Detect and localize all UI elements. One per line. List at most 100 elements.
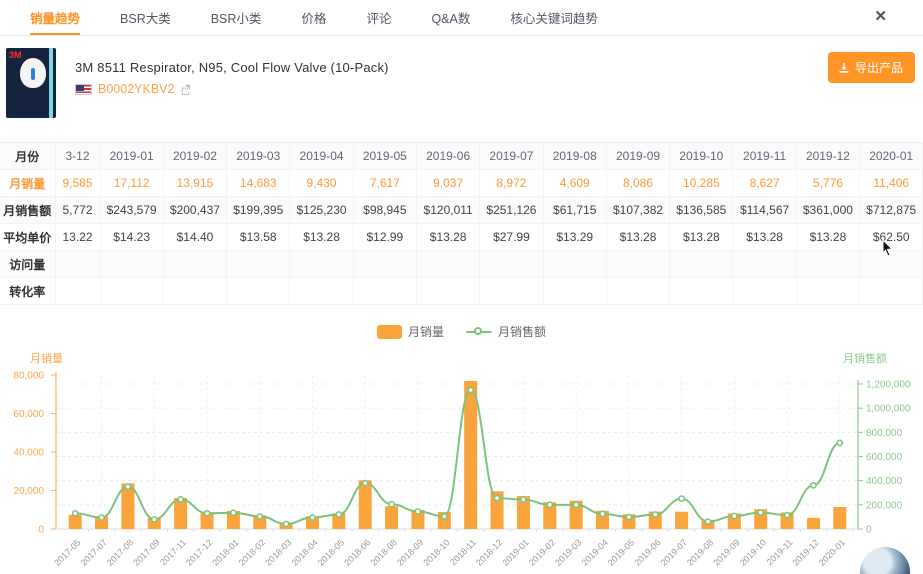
svg-text:80,000: 80,000 xyxy=(13,371,44,382)
table-cell: 13.22 xyxy=(55,223,101,251)
line-point-2019-10 xyxy=(757,509,765,516)
valve-shape xyxy=(31,68,35,80)
legend-sales-label: 月销量 xyxy=(407,325,444,339)
table-cell: $13.29 xyxy=(543,223,607,251)
table-cell: 8,086 xyxy=(606,169,671,197)
table-cell: $200,437 xyxy=(163,196,228,224)
line-point-2019-12 xyxy=(810,482,817,489)
asin-link[interactable]: B0002YKBV2 xyxy=(98,82,174,96)
svg-text:2018-06: 2018-06 xyxy=(342,537,372,567)
svg-text:2017-07: 2017-07 xyxy=(79,537,109,567)
svg-text:2019-09: 2019-09 xyxy=(711,537,741,567)
svg-text:1,200,000: 1,200,000 xyxy=(866,380,911,391)
table-cell: 2019-03 xyxy=(226,142,291,170)
table-cell: 8,627 xyxy=(732,169,797,197)
bar-2017-05 xyxy=(68,514,82,529)
table-cell: $61,715 xyxy=(543,196,607,224)
line-point-2017-09 xyxy=(150,515,158,523)
line-point-2018-12 xyxy=(493,494,501,502)
close-icon[interactable]: ✕ xyxy=(874,9,887,24)
line-point-2018-06 xyxy=(361,479,369,487)
export-product-button[interactable]: 导出产品 xyxy=(827,52,915,83)
tab-sales-trend[interactable]: 销量趋势 xyxy=(30,0,81,35)
line-point-2019-06 xyxy=(651,511,659,518)
line-point-2019-02 xyxy=(546,501,554,509)
table-cell: 9,430 xyxy=(289,169,354,197)
row-header: 月销售额 xyxy=(0,196,56,224)
line-point-2017-12 xyxy=(203,509,211,517)
line-swatch-icon xyxy=(466,325,492,339)
mouse-cursor xyxy=(882,238,894,257)
line-point-2017-08 xyxy=(124,483,132,491)
line-point-2018-10 xyxy=(440,512,448,520)
row-header: 平均单价 xyxy=(0,223,56,251)
svg-text:2017-12: 2017-12 xyxy=(184,537,214,567)
table-cell xyxy=(543,250,607,278)
table-cell xyxy=(289,250,354,278)
line-point-2018-08 xyxy=(388,500,395,508)
svg-text:800,000: 800,000 xyxy=(866,428,903,439)
table-cell: 2019-06 xyxy=(416,142,481,170)
table-cell xyxy=(479,250,544,278)
table-cell: 11,406 xyxy=(859,169,923,197)
line-point-2019-07 xyxy=(678,495,685,503)
table-row: 月销售额 5,772 $243,579 $200,437 $199,395 $125,23… xyxy=(0,196,923,224)
chart-legend: 月销量 月销售额 xyxy=(0,323,923,340)
table-cell: 14,683 xyxy=(226,169,291,197)
svg-text:2019-08: 2019-08 xyxy=(685,537,715,567)
table-cell: $13.28 xyxy=(732,223,797,251)
table-cell: $199,395 xyxy=(226,196,291,224)
bar-2018-06 xyxy=(358,480,372,529)
export-product-label: 导出产品 xyxy=(854,61,903,75)
metrics-table-scroll-area[interactable]: 月份 3-12 2019-01 2019-02 2019-03 2019-04 2019-0… xyxy=(0,142,923,305)
svg-text:2020-01: 2020-01 xyxy=(817,537,847,567)
table-cell xyxy=(100,250,164,278)
tab-qa-count[interactable]: Q&A数 xyxy=(431,0,470,35)
tab-price[interactable]: 价格 xyxy=(301,0,326,35)
table-cell: $114,567 xyxy=(732,196,797,224)
product-header: 3M 3M 8511 Respirator, N95, Cool Flow Va… xyxy=(0,36,923,136)
svg-text:2017-09: 2017-09 xyxy=(131,537,161,567)
svg-text:1,000,000: 1,000,000 xyxy=(866,404,911,415)
table-cell xyxy=(289,277,354,305)
tab-reviews[interactable]: 评论 xyxy=(366,0,391,35)
svg-text:2019-12: 2019-12 xyxy=(790,537,820,567)
svg-text:2018-04: 2018-04 xyxy=(289,537,319,567)
svg-text:2018-01: 2018-01 xyxy=(210,537,240,567)
legend-item-revenue[interactable]: 月销售额 xyxy=(466,323,546,340)
download-icon xyxy=(839,62,849,73)
table-cell: 8,972 xyxy=(479,169,544,197)
table-cell: 5,776 xyxy=(796,169,861,197)
table-cell xyxy=(669,277,734,305)
table-cell xyxy=(353,277,417,305)
table-cell: 17,112 xyxy=(100,169,164,197)
row-header: 访问量 xyxy=(0,250,56,278)
table-cell: 2019-09 xyxy=(606,142,671,170)
sales-trend-modal: 销量趋势 BSR大类 BSR小类 价格 评论 Q&A数 核心关键词趋势 ✕ 3M 3M 851… xyxy=(0,0,923,574)
svg-text:2019-04: 2019-04 xyxy=(580,537,610,567)
table-cell: $125,230 xyxy=(289,196,354,224)
line-point-2018-02 xyxy=(256,512,264,520)
table-cell xyxy=(163,250,228,278)
table-cell xyxy=(796,277,861,305)
tab-core-keyword-trend[interactable]: 核心关键词趋势 xyxy=(510,0,598,35)
tab-bsr-sub-category[interactable]: BSR小类 xyxy=(211,0,262,35)
line-point-2018-03 xyxy=(282,520,290,528)
svg-text:月销量: 月销量 xyxy=(30,351,63,365)
svg-text:2019-02: 2019-02 xyxy=(527,537,557,567)
table-row: 平均单价 13.22 $14.23 $14.40 $13.58 $13.28 $12.99 $… xyxy=(0,223,923,251)
external-link-icon[interactable] xyxy=(180,84,191,95)
product-title: 3M 8511 Respirator, N95, Cool Flow Valve… xyxy=(75,60,389,75)
table-cell xyxy=(606,250,671,278)
bar-2019-12 xyxy=(806,517,820,529)
table-cell: 9,037 xyxy=(416,169,481,197)
tab-bsr-main-category[interactable]: BSR大类 xyxy=(120,0,171,35)
line-point-2019-05 xyxy=(625,513,633,521)
svg-text:600,000: 600,000 xyxy=(866,452,903,463)
brand-logo: 3M xyxy=(9,50,22,60)
svg-text:2018-09: 2018-09 xyxy=(395,537,425,567)
table-cell: 5,772 xyxy=(55,196,101,224)
table-cell xyxy=(100,277,164,305)
legend-item-sales[interactable]: 月销量 xyxy=(376,323,444,340)
table-cell xyxy=(416,277,481,305)
